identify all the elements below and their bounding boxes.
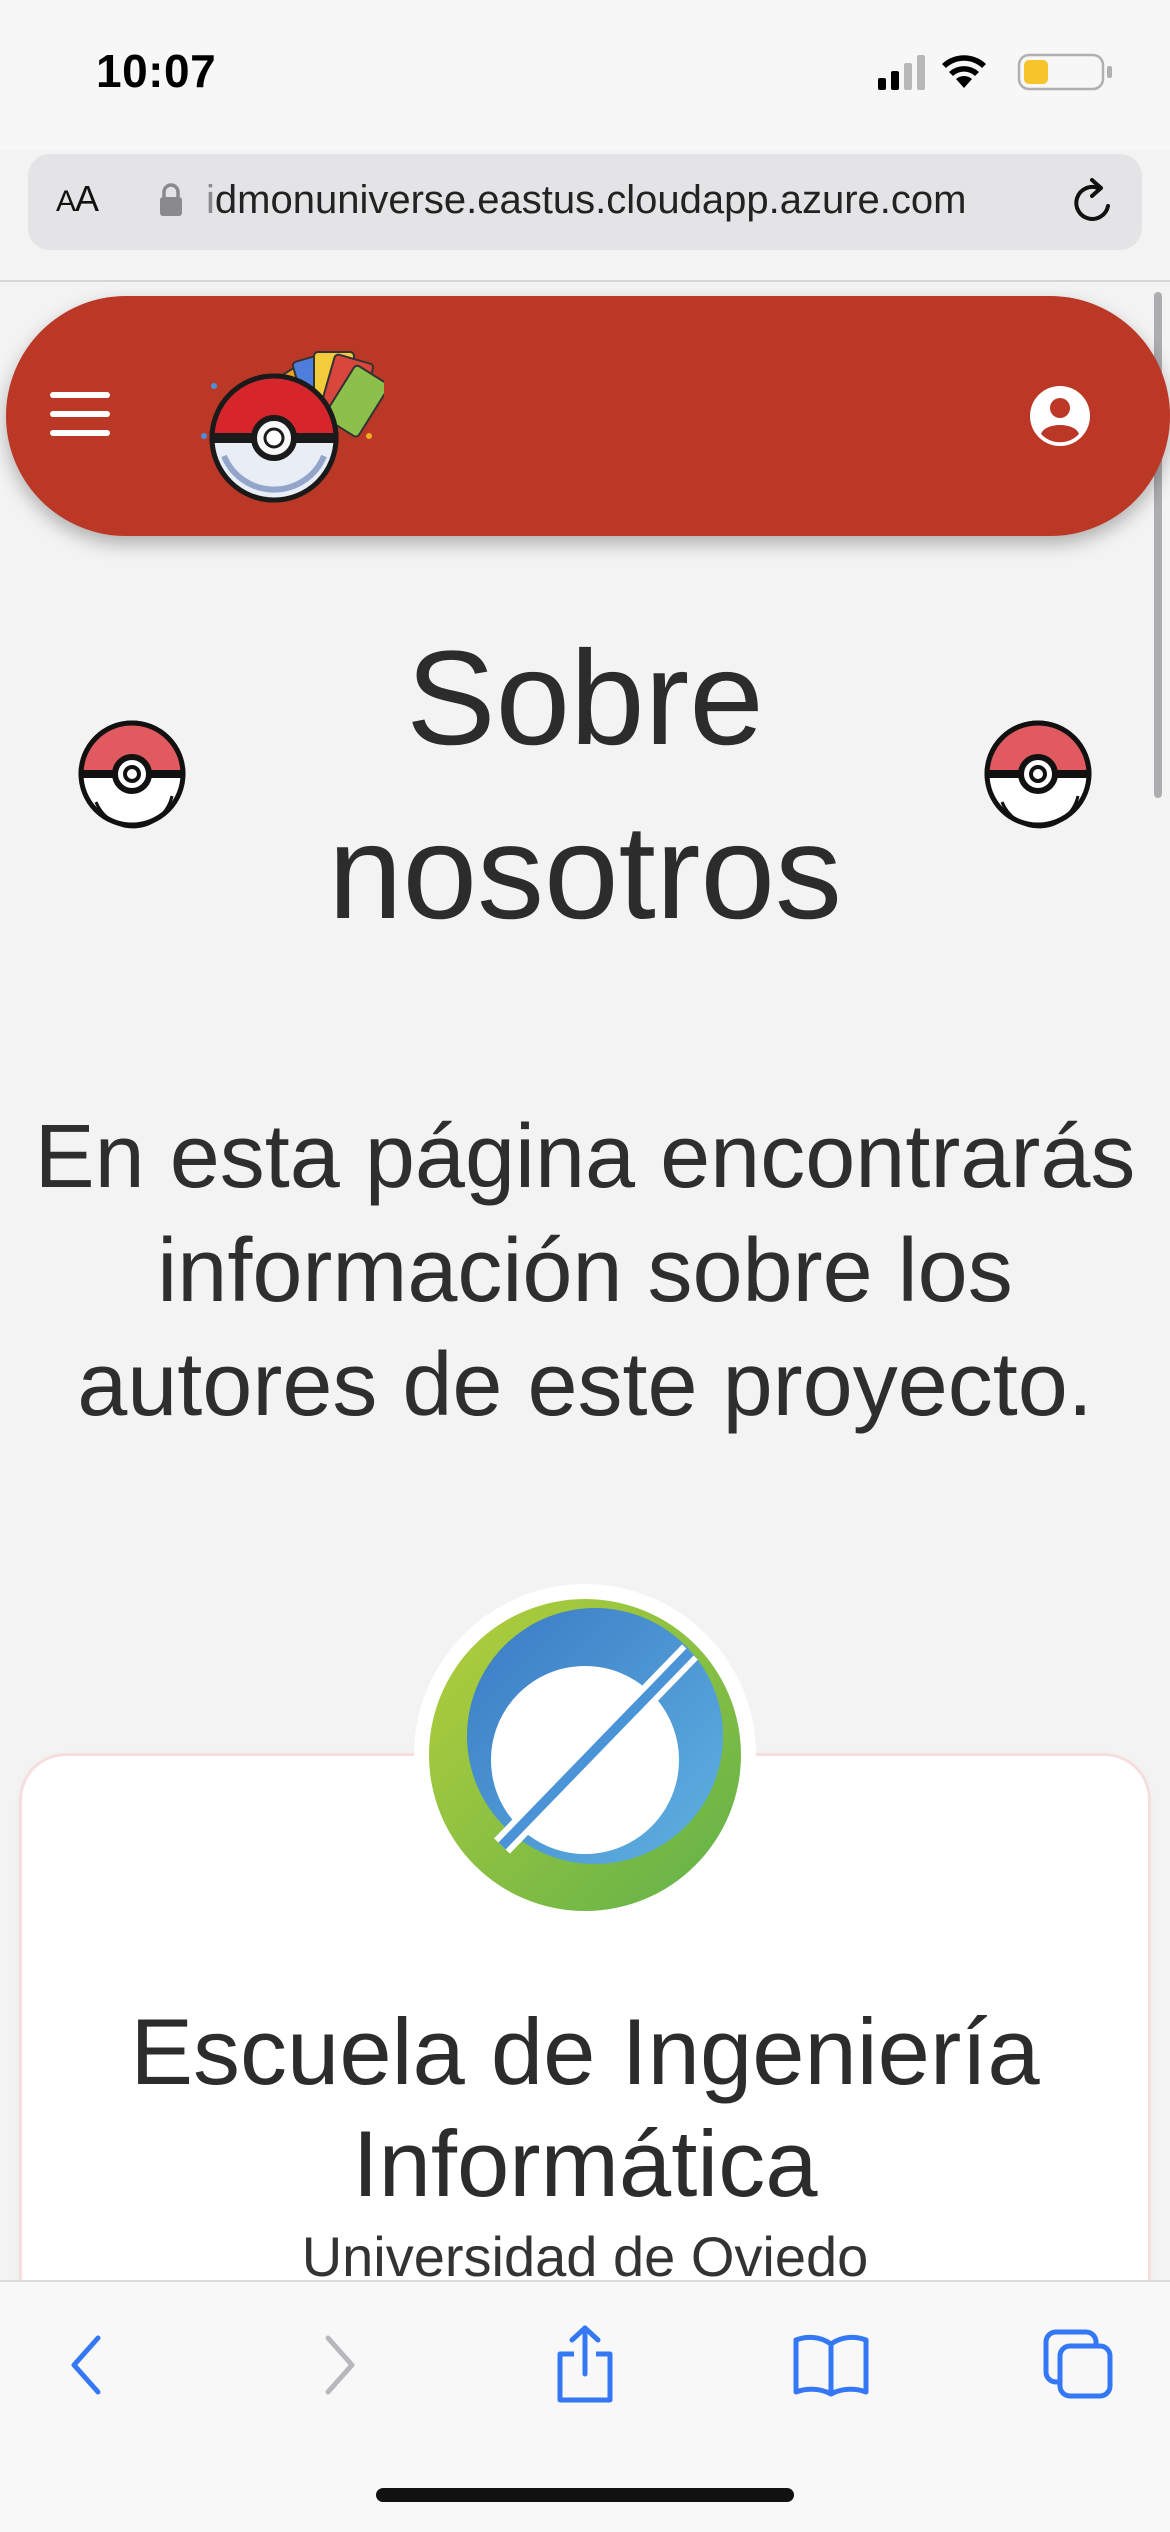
- reload-icon[interactable]: [1068, 176, 1118, 228]
- address-bar[interactable]: AA idmonuniverse.eastus.cloudapp.azure.c…: [28, 154, 1142, 250]
- tabs-icon[interactable]: [1042, 2328, 1114, 2400]
- url-rest: dmonuniverse.eastus.cloudapp.azure.com: [214, 178, 967, 222]
- aa-small-label: A: [56, 185, 76, 218]
- status-time: 10:07: [96, 45, 217, 97]
- book-icon[interactable]: [792, 2332, 870, 2398]
- school-name: Escuela de Ingeniería Informática: [130, 1999, 1040, 2216]
- wifi-icon: [942, 55, 986, 88]
- status-bar: 10:07: [0, 0, 1170, 150]
- toolbar-divider: [0, 280, 1170, 282]
- account-circle-icon[interactable]: [1028, 384, 1092, 448]
- reader-options-button[interactable]: AA: [56, 178, 99, 220]
- url-field[interactable]: idmonuniverse.eastus.cloudapp.azure.com: [206, 178, 1076, 223]
- share-icon[interactable]: [552, 2324, 618, 2404]
- chevron-left-icon[interactable]: [66, 2330, 106, 2400]
- lock-icon: [160, 183, 182, 216]
- app-header: [6, 296, 1170, 536]
- battery-icon: [1017, 53, 1112, 91]
- pokeball-icon: [78, 720, 186, 829]
- hamburger-icon[interactable]: [50, 392, 110, 436]
- intro-paragraph: En esta página encontrarás información s…: [34, 1107, 1136, 1435]
- page-title: Sobre nosotros: [328, 624, 842, 947]
- cellular-signal-icon: [878, 55, 925, 90]
- aa-large-label: A: [75, 178, 99, 219]
- pokeball-icon: [984, 720, 1092, 829]
- screen: 10:07 AA idmonuniverse.eastus.cloudapp.a…: [0, 0, 1170, 2532]
- chevron-right-icon[interactable]: [320, 2330, 360, 2400]
- pokeball-cards-logo[interactable]: [194, 326, 384, 506]
- url-first-char: i: [206, 178, 215, 222]
- school-logo-wrap: [414, 1584, 756, 1926]
- home-indicator[interactable]: [376, 2488, 794, 2502]
- status-icons: [878, 52, 1118, 92]
- school-logo: [429, 1599, 741, 1911]
